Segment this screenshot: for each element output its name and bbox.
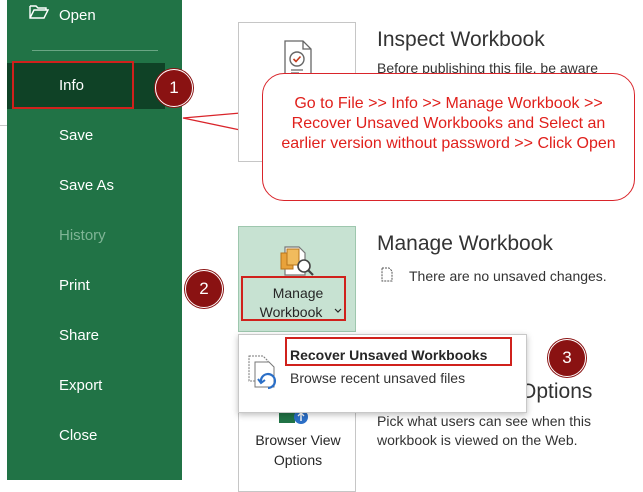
browser-view-options-title: Options xyxy=(520,380,593,403)
manage-workbook-icon xyxy=(280,246,314,276)
browser-view-desc-2: workbook is viewed on the Web. xyxy=(377,432,578,448)
browser-view-desc-1: Pick what users can see when this xyxy=(377,413,591,429)
browser-view-label-1: Browser View xyxy=(255,432,341,448)
manage-workbook-title: Manage Workbook xyxy=(377,232,553,255)
no-unsaved-changes-text: There are no unsaved changes. xyxy=(409,268,607,284)
recover-unsaved-highlight-box xyxy=(285,337,512,366)
inspect-workbook-title: Inspect Workbook xyxy=(377,28,545,51)
step-badge-3: 3 xyxy=(548,339,586,377)
instruction-callout: Go to File >> Info >> Manage Workbook >>… xyxy=(262,73,635,201)
recover-files-icon xyxy=(248,355,277,390)
recover-unsaved-workbooks-desc: Browse recent unsaved files xyxy=(290,370,466,386)
manage-workbook-highlight-box xyxy=(241,276,346,321)
document-icon xyxy=(381,267,393,282)
step-badge-2: 2 xyxy=(185,270,223,308)
browser-view-label-2: Options xyxy=(273,452,323,468)
